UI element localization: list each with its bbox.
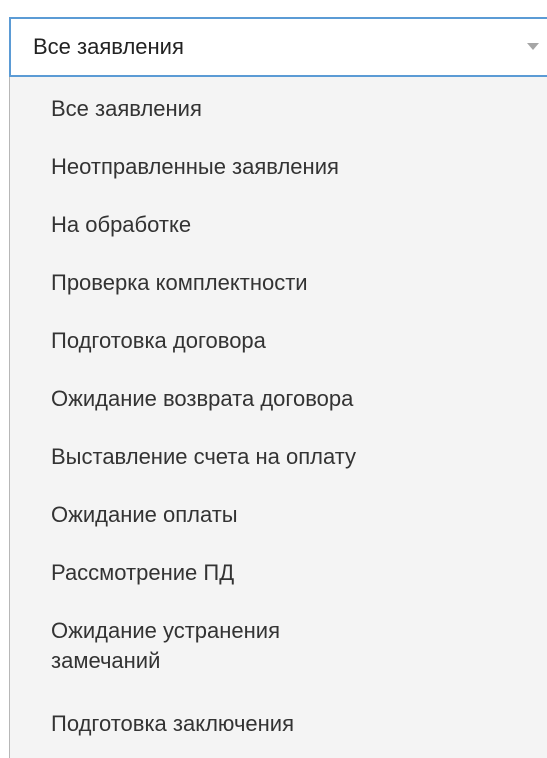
option-design-review[interactable]: Рассмотрение ПД xyxy=(51,558,234,588)
status-filter-select[interactable]: Все заявления xyxy=(9,17,547,77)
option-completeness-check[interactable]: Проверка комплектности xyxy=(51,268,308,298)
option-conclusion-preparation[interactable]: Подготовка заключения xyxy=(51,709,294,739)
option-awaiting-payment[interactable]: Ожидание оплаты xyxy=(51,500,238,530)
select-value: Все заявления xyxy=(33,34,184,59)
option-awaiting-contract-return[interactable]: Ожидание возврата договора xyxy=(51,384,353,414)
option-in-processing[interactable]: На обработке xyxy=(51,210,191,240)
dropdown-list: Все заявления Неотправленные заявления Н… xyxy=(9,77,547,758)
option-unsent-applications[interactable]: Неотправленные заявления xyxy=(51,152,339,182)
chevron-down-icon[interactable] xyxy=(527,43,539,50)
option-awaiting-remarks-fix[interactable]: Ожидание устранения замечаний xyxy=(51,616,391,676)
option-contract-preparation[interactable]: Подготовка договора xyxy=(51,326,266,356)
option-all-applications[interactable]: Все заявления xyxy=(51,94,202,124)
option-invoicing[interactable]: Выставление счета на оплату xyxy=(51,442,356,472)
